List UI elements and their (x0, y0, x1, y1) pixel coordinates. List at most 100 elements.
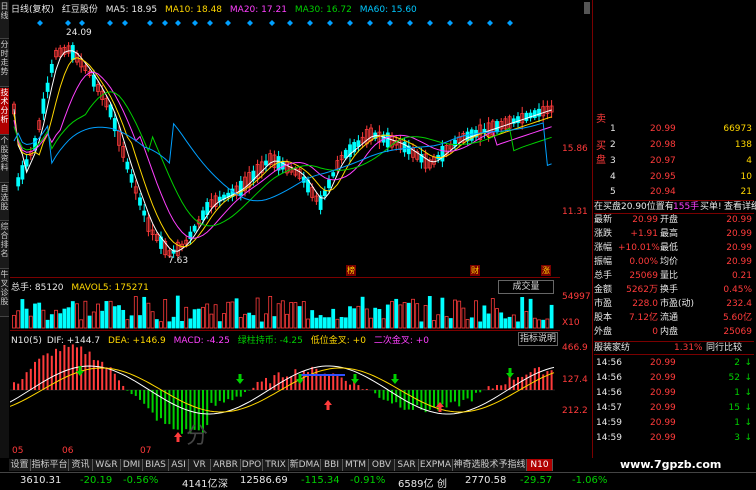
low-price-label: 7.63 (168, 256, 189, 266)
indicator-tab[interactable]: ASI (169, 459, 189, 471)
volume-button[interactable]: 成交量 (498, 280, 554, 294)
indicator-tab[interactable]: OBV (369, 459, 395, 471)
event-marker-rank[interactable]: 榜 (346, 265, 356, 276)
volume-bar (419, 321, 424, 329)
volume-bar (469, 317, 474, 329)
volume-bar (226, 301, 231, 329)
chart-area[interactable] (10, 14, 560, 458)
quote-value: 7.12亿 (628, 313, 658, 323)
volume-bar (352, 308, 357, 329)
macd-axis-label-2: 127.4 (562, 375, 588, 385)
indicator-help-button[interactable]: 指标说明 (518, 332, 558, 346)
tab-peer-compare[interactable]: 同行比较 (706, 342, 742, 354)
volume-bar (108, 300, 113, 329)
tab-industry[interactable]: 服装家纺 (594, 342, 630, 354)
tick-price: 20.99 (650, 373, 676, 383)
down-arrow-icon (506, 368, 514, 378)
tick-price: 20.99 (650, 388, 676, 398)
indicator-tab[interactable]: MTM (343, 459, 369, 471)
bid-link[interactable]: 买单! (700, 201, 722, 213)
volume-bar (356, 305, 361, 329)
quote-label: 市盈(动) (660, 299, 695, 309)
indicator-tab[interactable]: 指标平台 (31, 459, 69, 471)
event-diamond-icon (447, 20, 453, 26)
tick-time: 14:57 (596, 403, 622, 413)
volume-bar (129, 315, 134, 329)
indicator-tab[interactable]: EXPMA (419, 459, 453, 471)
tick-time: 14:59 (596, 418, 622, 428)
indicator-tab[interactable]: 资讯 (69, 459, 93, 471)
event-diamond-icon (487, 20, 493, 26)
indicator-tab[interactable]: BBI (321, 459, 343, 471)
quote-value: +1.91 (630, 229, 658, 239)
indicator-tab[interactable]: VR (189, 459, 211, 471)
volume-bar (364, 308, 369, 329)
candle-body (192, 225, 197, 232)
volume-bar (385, 304, 390, 329)
orderbook-row[interactable]: 1 20.99 66973 (594, 123, 754, 135)
orderbook-row[interactable]: 2 20.98 138 (594, 139, 754, 151)
tab-technical[interactable]: 技术分析 (0, 88, 9, 135)
indicator-tab[interactable]: 设置 (9, 459, 31, 471)
event-diamond-icon (347, 20, 353, 26)
event-diamond-icon (507, 20, 513, 26)
volume-bar (37, 302, 42, 329)
indicator-tab[interactable]: W&R (93, 459, 121, 471)
candle-body (205, 202, 210, 215)
volume-bar (264, 313, 268, 329)
orderbook-row[interactable]: 5 20.94 21 (594, 186, 754, 198)
volume-bar (66, 307, 71, 329)
volume-bar (184, 306, 189, 329)
volume-bar (415, 303, 420, 329)
volume-bar (524, 311, 529, 329)
indicator-tab[interactable]: DPO (241, 459, 263, 471)
tab-daily[interactable]: 日线 (0, 2, 9, 39)
tab-watchlist[interactable]: 自选股 (0, 184, 9, 221)
orderbook-row[interactable]: 3 20.97 4 (594, 155, 754, 167)
period-label[interactable]: 日线(复权) (11, 5, 54, 14)
indicator-tab[interactable]: N10 (527, 459, 553, 471)
quote-value: 0.45% (723, 285, 752, 295)
indicator-tab[interactable]: ARBR (211, 459, 241, 471)
hold-value: 绿柱持币: -4.25 (237, 336, 303, 346)
tick-time: 14:59 (596, 433, 622, 443)
bid-detail-link[interactable]: 查看详细 (724, 201, 756, 213)
volume-bar (125, 319, 130, 329)
chart-side-marker (584, 2, 590, 14)
volume-bar (188, 318, 193, 329)
event-marker-limit-up[interactable]: 涨 (541, 265, 551, 276)
tick-vol: 3 (734, 433, 740, 443)
indicator-tab[interactable]: SAR (395, 459, 419, 471)
indicator-tab[interactable]: TRIX (263, 459, 289, 471)
volume-bar (259, 321, 264, 329)
event-diamonds (37, 20, 513, 26)
down-arrow-icon: ↓ (744, 403, 752, 413)
volume-bar (33, 303, 37, 329)
indicator-tab[interactable]: 新DMA (289, 459, 321, 471)
volume-bar (432, 320, 436, 329)
volume-bar (402, 302, 407, 329)
volume-bar (192, 309, 197, 329)
quote-value: 25069 (629, 271, 658, 281)
volume-bar (448, 318, 453, 329)
event-marker-finance[interactable]: 财 (470, 265, 480, 276)
volume-bar (45, 319, 50, 329)
candle-body (138, 197, 142, 206)
price-header: 日线(复权) 红豆股份 MA5: 18.95 MA10: 18.48 MA20:… (11, 2, 591, 14)
volume-bar (41, 309, 46, 329)
quote-label: 最新 (594, 215, 613, 225)
indicator-tab[interactable]: BIAS (143, 459, 169, 471)
tab-diagnose[interactable]: 牛叉诊股 (0, 270, 9, 317)
volume-bar (549, 304, 554, 329)
event-diamond-icon (427, 20, 433, 26)
tab-profile[interactable]: 个股资料 (0, 136, 9, 183)
volume-bar (243, 313, 247, 329)
volume-bar (373, 307, 378, 329)
tab-ranking[interactable]: 综合排名 (0, 222, 9, 269)
orderbook-row[interactable]: 4 20.95 10 (594, 171, 754, 183)
tab-intraday[interactable]: 分时走势 (0, 40, 9, 87)
volume-bar (411, 298, 415, 329)
candle-body (331, 172, 336, 177)
indicator-tab[interactable]: 神奇选股术予指线 (453, 459, 527, 471)
indicator-tab[interactable]: DMI (121, 459, 143, 471)
